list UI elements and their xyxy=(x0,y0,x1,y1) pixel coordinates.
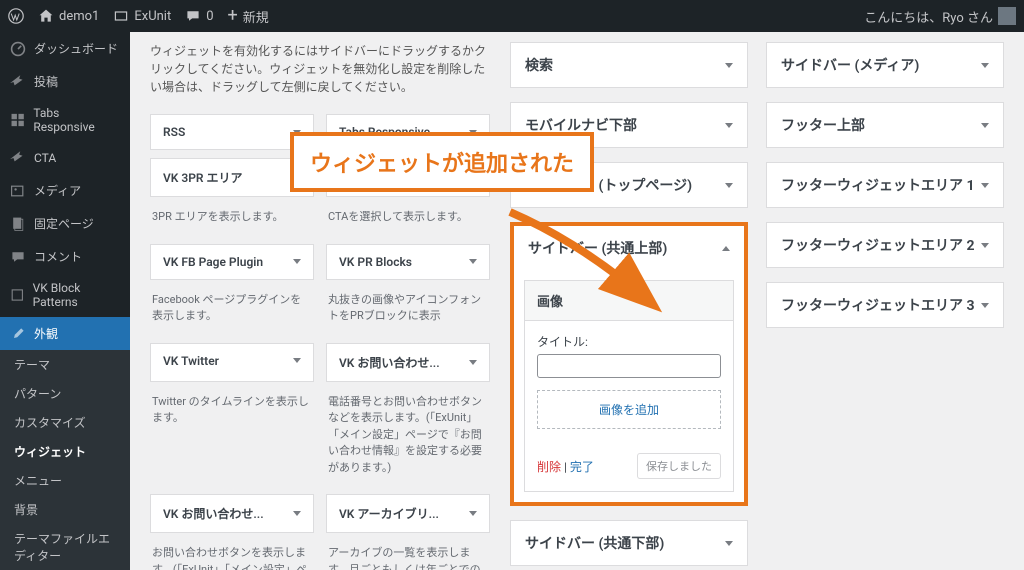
new-post-link[interactable]: +新規 xyxy=(228,7,269,26)
caret-down-icon xyxy=(469,360,477,365)
sub-themes[interactable]: テーマ xyxy=(0,350,130,379)
caret-up-icon xyxy=(722,246,730,251)
saved-badge: 保存しました xyxy=(637,453,721,479)
admin-sidebar: ダッシュボード 投稿 Tabs Responsive CTA メディア 固定ペー… xyxy=(0,32,130,570)
widget-vk-contact2[interactable]: VK お問い合わせ... xyxy=(150,494,314,533)
caret-down-icon xyxy=(981,303,989,308)
done-link[interactable]: 完了 xyxy=(570,460,594,474)
add-image-button[interactable]: 画像を追加 xyxy=(537,390,721,429)
widget-vk-archive[interactable]: VK アーカイブリ... xyxy=(326,494,490,533)
caret-down-icon xyxy=(981,123,989,128)
comments-link[interactable]: 0 xyxy=(185,8,213,24)
caret-down-icon xyxy=(469,511,477,516)
sidebar-item-comments[interactable]: コメント xyxy=(0,240,130,273)
zone-footer-3[interactable]: フッターウィジェットエリア 3 xyxy=(766,282,1004,328)
zones-col-1: 検索 モバイルナビ下部 サイドバー (トップページ) サイドバー (共通上部) … xyxy=(510,42,748,560)
widget-vk-pr[interactable]: VK PR Blocks xyxy=(326,244,490,280)
sub-background[interactable]: 背景 xyxy=(0,495,130,524)
zone-sidebar-common-bottom[interactable]: サイドバー (共通下部) xyxy=(510,520,748,566)
widget-vk-fb[interactable]: VK FB Page Plugin xyxy=(150,244,314,280)
caret-down-icon xyxy=(981,183,989,188)
available-widgets: ウィジェットを有効化するにはサイドバーにドラッグするかクリックしてください。ウィ… xyxy=(150,42,490,560)
content: ウィジェットが追加された ウィジェットを有効化するにはサイドバーにドラッグするか… xyxy=(130,32,1024,570)
greeting[interactable]: こんにちは、Ryo さん xyxy=(864,7,1016,26)
caret-down-icon xyxy=(981,243,989,248)
wp-logo[interactable] xyxy=(8,8,24,24)
caret-down-icon xyxy=(725,123,733,128)
zone-footer-1[interactable]: フッターウィジェットエリア 1 xyxy=(766,162,1004,208)
title-label: タイトル: xyxy=(537,333,721,350)
widget-vk-twitter[interactable]: VK Twitter xyxy=(150,343,314,382)
sidebar-item-pages[interactable]: 固定ページ xyxy=(0,207,130,240)
sidebar-item-cta[interactable]: CTA xyxy=(0,142,130,174)
title-input[interactable] xyxy=(537,354,721,378)
zone-footer-top[interactable]: フッター上部 xyxy=(766,102,1004,148)
zones-col-2: サイドバー (メディア) フッター上部 フッターウィジェットエリア 1 フッター… xyxy=(766,42,1004,560)
widget-vk-contact[interactable]: VK お問い合わせ... xyxy=(326,343,490,382)
sidebar-item-vk-patterns[interactable]: VK Block Patterns xyxy=(0,273,130,317)
caret-down-icon xyxy=(981,63,989,68)
zone-sidebar-common-top: サイドバー (共通上部) 画像 タイトル: 画像を追加 削除 | 完了 xyxy=(510,222,748,506)
sub-menus[interactable]: メニュー xyxy=(0,466,130,495)
caret-down-icon xyxy=(725,183,733,188)
caret-down-icon xyxy=(293,358,301,363)
zone-search[interactable]: 検索 xyxy=(510,42,748,88)
help-text: ウィジェットを有効化するにはサイドバーにドラッグするかクリックしてください。ウィ… xyxy=(150,42,490,96)
caret-down-icon xyxy=(293,511,301,516)
sidebar-item-tabs[interactable]: Tabs Responsive xyxy=(0,98,130,142)
zone-sidebar-media[interactable]: サイドバー (メディア) xyxy=(766,42,1004,88)
callout-annotation: ウィジェットが追加された xyxy=(290,132,594,192)
sidebar-item-dashboard[interactable]: ダッシュボード xyxy=(0,32,130,65)
zone-footer-2[interactable]: フッターウィジェットエリア 2 xyxy=(766,222,1004,268)
sub-widgets[interactable]: ウィジェット xyxy=(0,437,130,466)
admin-bar: demo1 ExUnit 0 +新規 こんにちは、Ryo さん xyxy=(0,0,1024,32)
sidebar-item-media[interactable]: メディア xyxy=(0,174,130,207)
caret-down-icon xyxy=(293,259,301,264)
site-home-link[interactable]: demo1 xyxy=(38,8,99,24)
sub-customize[interactable]: カスタマイズ xyxy=(0,408,130,437)
caret-down-icon xyxy=(725,63,733,68)
caret-down-icon xyxy=(725,541,733,546)
exunit-link[interactable]: ExUnit xyxy=(113,8,171,24)
sub-theme-editor[interactable]: テーマファイルエディター xyxy=(0,524,130,570)
delete-link[interactable]: 削除 xyxy=(537,460,561,474)
widget-image-open: 画像 タイトル: 画像を追加 削除 | 完了 保存しました xyxy=(524,280,734,492)
avatar xyxy=(998,7,1016,25)
sidebar-item-posts[interactable]: 投稿 xyxy=(0,65,130,98)
caret-down-icon xyxy=(469,259,477,264)
sidebar-item-appearance[interactable]: 外観 xyxy=(0,317,130,350)
sub-patterns[interactable]: パターン xyxy=(0,379,130,408)
